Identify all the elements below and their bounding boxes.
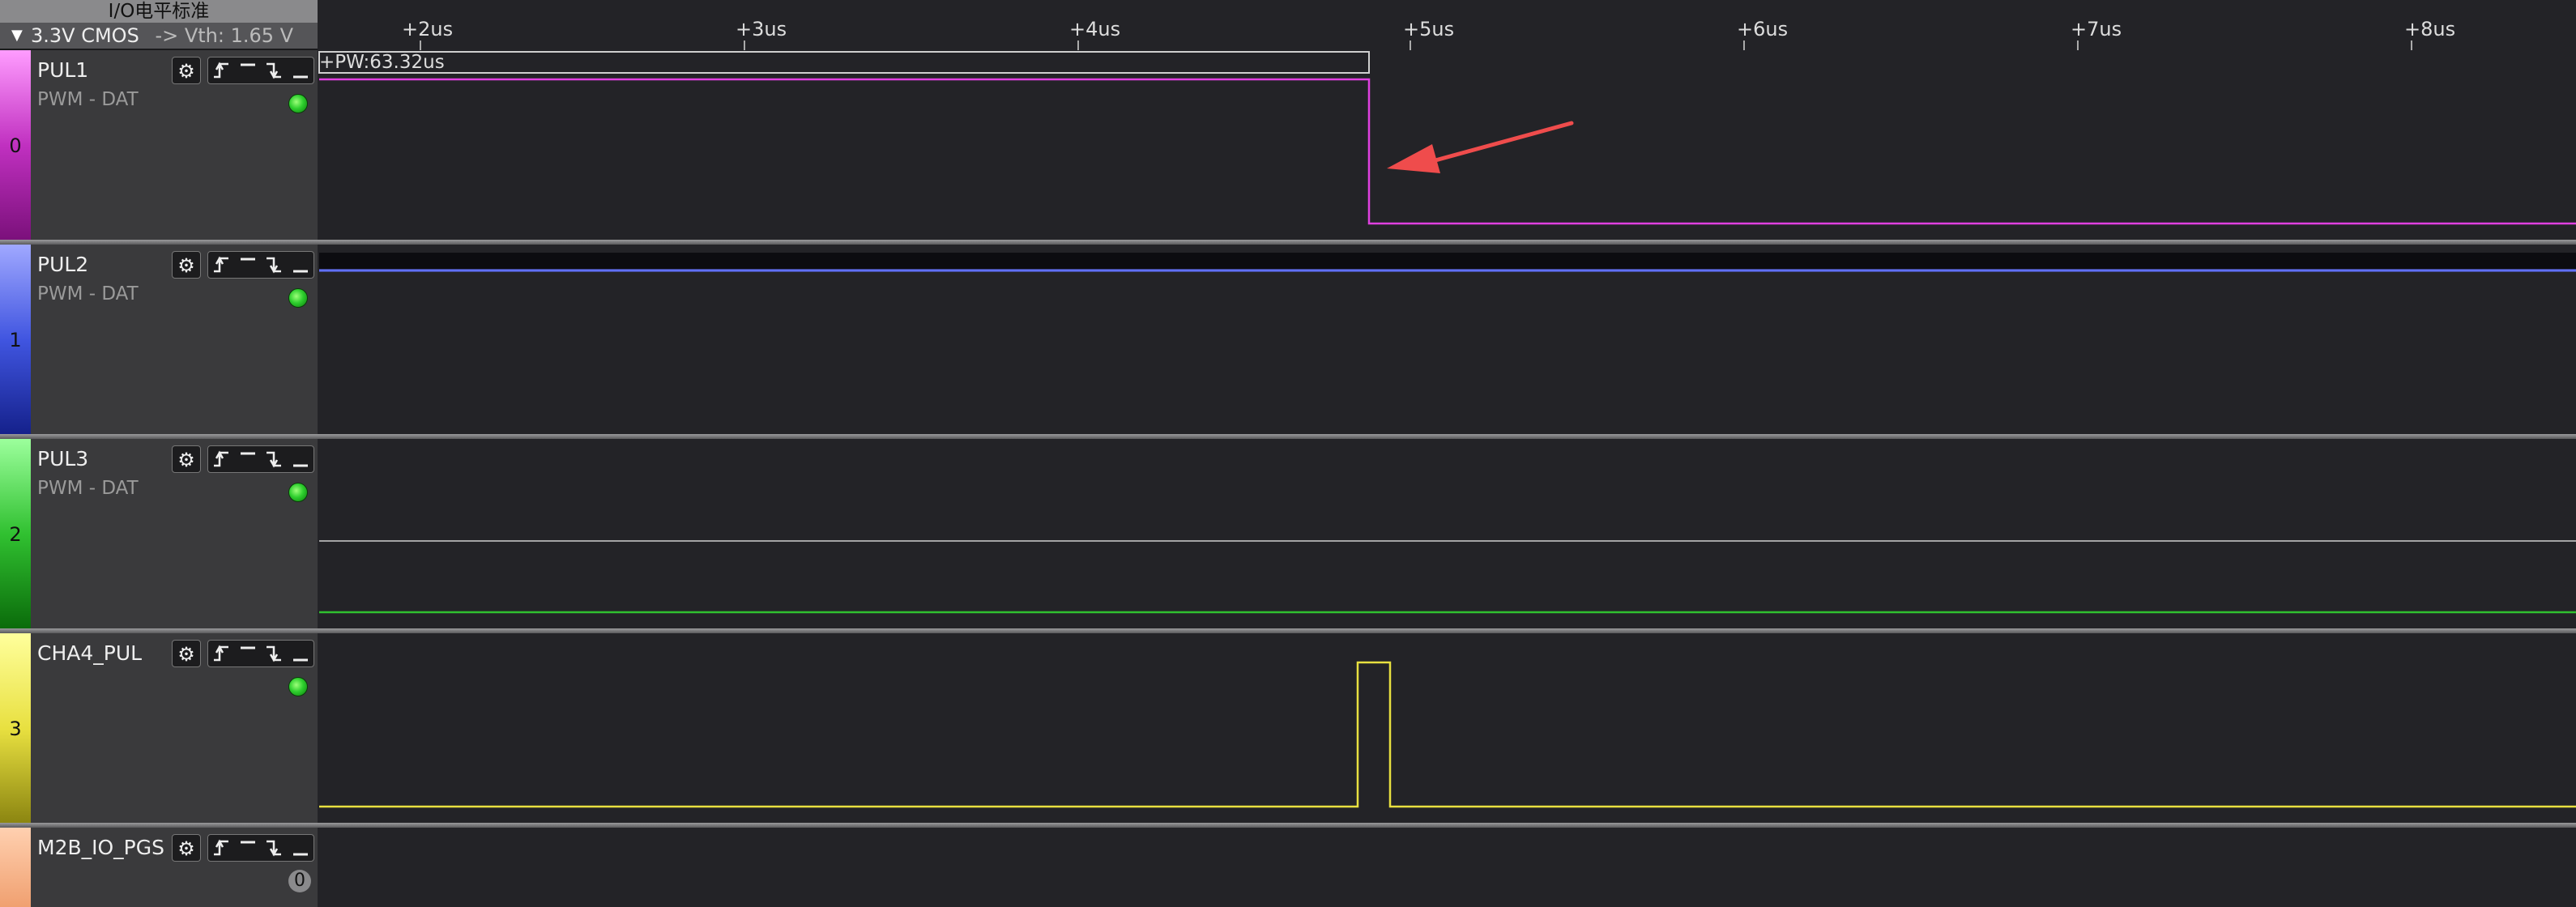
pulse-width-label: +PW:63.32us xyxy=(319,52,445,73)
waveform-channel-1-band xyxy=(319,253,2576,269)
annotation-arrow xyxy=(1387,121,1574,173)
waveform-area[interactable] xyxy=(0,0,2576,907)
pulse-width-measurement-bar[interactable] xyxy=(318,51,1370,74)
waveform-channel-0 xyxy=(319,78,2576,225)
waveform-channel-3 xyxy=(319,661,2576,808)
